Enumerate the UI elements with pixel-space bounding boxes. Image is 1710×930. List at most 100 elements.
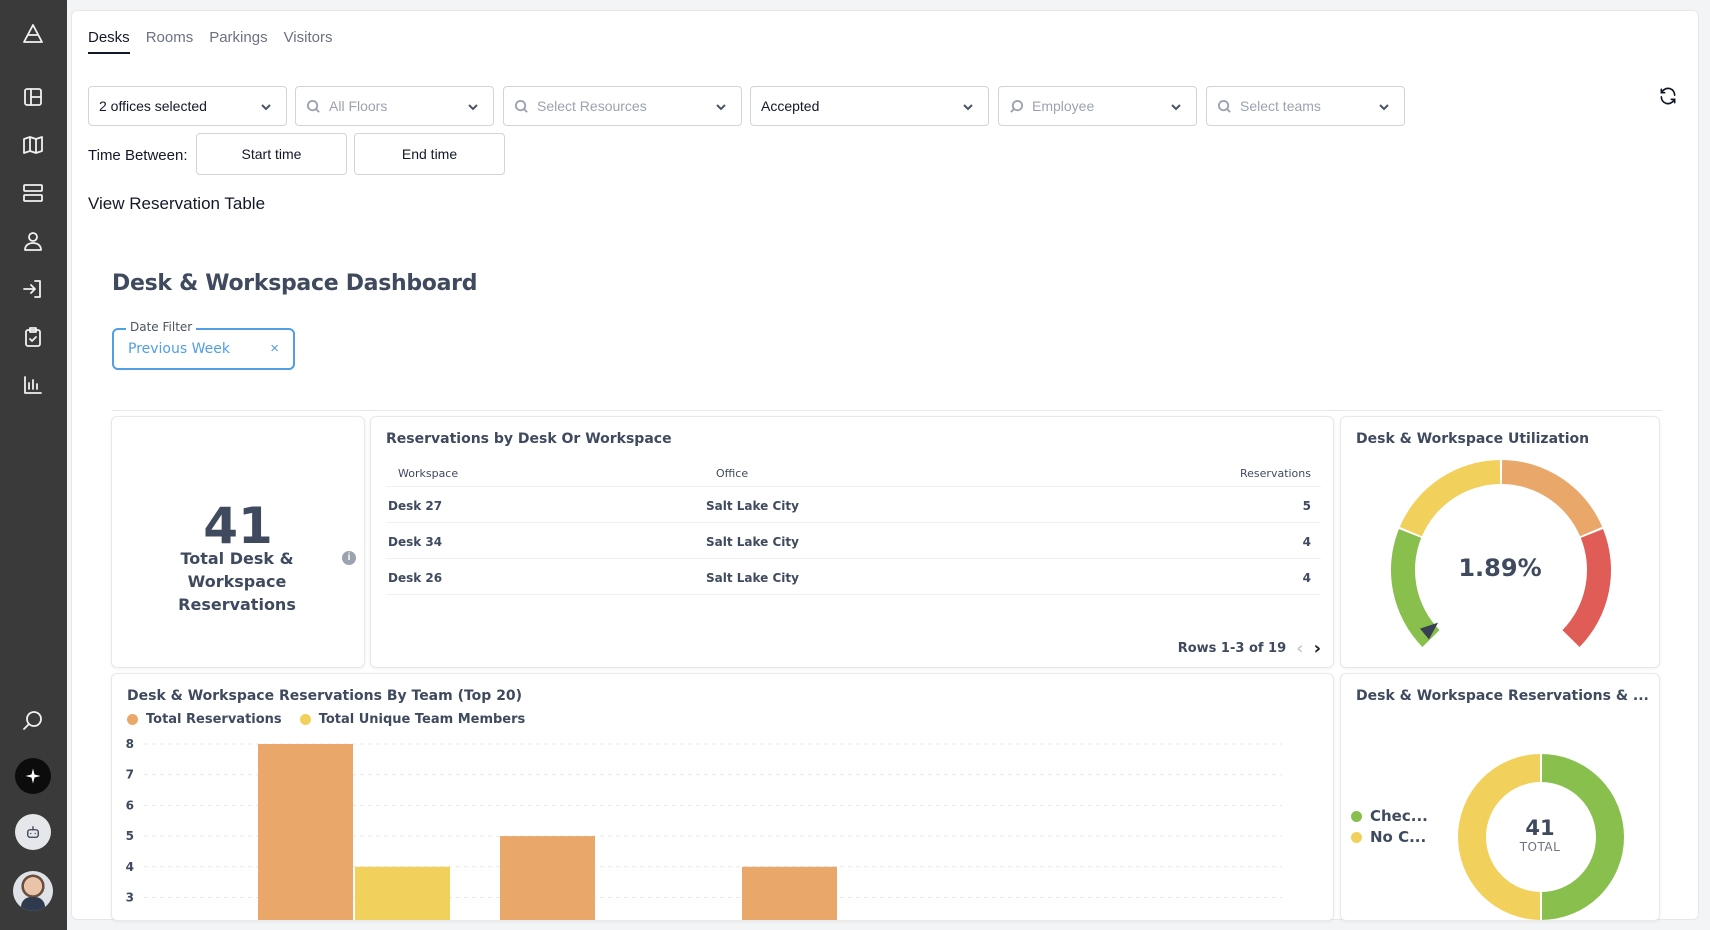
bar[interactable] [258,744,353,921]
cell-reservations: 4 [1302,535,1311,549]
sign-in-icon[interactable] [19,275,47,303]
time-between-label: Time Between: [88,147,188,164]
utilization-card: Desk & Workspace Utilization 1.89% [1340,416,1660,668]
employee-placeholder: Employee [1032,98,1095,114]
resources-select[interactable]: Select Resources [503,86,742,126]
team-chart-card: Desk & Workspace Reservations By Team (T… [111,673,1334,921]
next-page-icon[interactable]: › [1314,638,1321,659]
date-filter-label: Date Filter [126,320,197,334]
chevron-down-icon [1379,104,1389,111]
tab-visitors[interactable]: Visitors [284,29,333,54]
gauge-segment [1399,460,1501,537]
offices-select[interactable]: 2 offices selected [88,86,287,126]
left-nav-rail [0,0,67,930]
cell-workspace: Desk 34 [388,535,443,549]
table-header-row: Workspace Office Reservations [386,457,1321,487]
utilization-value: 1.89% [1458,554,1542,582]
legend-swatch [1351,832,1362,843]
bar[interactable] [500,836,595,921]
start-time-button[interactable]: Start time [196,133,347,175]
chevron-down-icon [261,104,271,111]
search-icon[interactable] [19,706,47,734]
cell-reservations: 5 [1302,499,1311,513]
info-icon[interactable]: i [342,551,356,565]
refresh-button[interactable] [1658,86,1680,108]
search-icon [514,99,528,113]
offices-value: 2 offices selected [99,98,207,114]
divider [112,410,1662,411]
cell-workspace: Desk 27 [388,499,443,513]
user-icon[interactable] [19,227,47,255]
table-row: Desk 27 Salt Lake City 5 [386,487,1321,523]
chevron-down-icon [468,104,478,111]
chevron-down-icon [1171,104,1181,111]
clear-filter-icon[interactable]: × [270,340,279,357]
map-icon[interactable] [19,131,47,159]
table-row: Desk 26 Salt Lake City 4 [386,559,1321,595]
kpi-label: Total Desk & Workspace Reservations [178,549,296,614]
prev-page-icon[interactable]: ‹ [1296,638,1303,659]
legend-label: No C... [1370,828,1427,846]
floors-placeholder: All Floors [329,98,388,114]
kpi-card: 41 Total Desk & Workspace Reservations i [111,416,365,668]
checkin-donut-chart [1456,751,1626,920]
team-bar-chart: 3 4 5 6 7 8 [126,737,1282,921]
tab-parkings[interactable]: Parkings [209,29,267,54]
cell-workspace: Desk 26 [388,571,443,585]
gauge-segment [1501,460,1603,537]
employee-select[interactable]: Employee [998,86,1197,126]
search-icon [306,99,320,113]
table-row: Desk 34 Salt Lake City 4 [386,523,1321,559]
donut-total-value: 41 [1525,816,1555,840]
chevron-down-icon [963,104,973,111]
teams-select[interactable]: Select teams [1206,86,1405,126]
bot-button[interactable] [15,814,51,850]
user-avatar[interactable] [13,871,53,911]
logo-icon[interactable] [19,20,47,48]
column-header-workspace[interactable]: Workspace [398,467,458,480]
clipboard-check-icon[interactable] [19,323,47,351]
teams-placeholder: Select teams [1240,98,1321,114]
robot-icon [27,826,39,838]
cell-office: Salt Lake City [706,499,799,513]
checkin-donut-card: Desk & Workspace Reservations & ... Chec… [1340,673,1660,921]
analytics-icon[interactable] [19,371,47,399]
desk-icon[interactable] [19,179,47,207]
status-value: Accepted [761,98,820,114]
search-icon [1010,99,1024,113]
view-reservation-table-link[interactable]: View Reservation Table [88,194,265,214]
legend-item[interactable]: Chec... [1351,806,1428,827]
end-time-button[interactable]: End time [354,133,505,175]
y-tick-label: 7 [126,768,134,782]
y-tick-label: 4 [126,860,134,874]
dashboard-title: Desk & Workspace Dashboard [112,271,478,296]
pagination-label: Rows 1-3 of 19 [1177,641,1287,656]
tab-desks[interactable]: Desks [88,29,130,54]
pagination: Rows 1-3 of 19 ‹ › [1178,638,1321,659]
y-tick-label: 3 [126,890,134,904]
status-select[interactable]: Accepted [750,86,989,126]
tab-bar: Desks Rooms Parkings Visitors [88,29,332,54]
cell-office: Salt Lake City [706,535,799,549]
y-tick-label: 8 [126,737,134,751]
column-header-reservations[interactable]: Reservations [1240,467,1311,480]
cell-office: Salt Lake City [706,571,799,585]
legend-item[interactable]: No C... [1351,827,1428,848]
floors-select[interactable]: All Floors [295,86,494,126]
main-panel: Desks Rooms Parkings Visitors 2 offices … [71,10,1699,921]
tab-rooms[interactable]: Rooms [146,29,194,54]
floorplan-icon[interactable] [19,83,47,111]
ai-assistant-button[interactable] [15,758,51,794]
resources-placeholder: Select Resources [537,98,647,114]
legend-swatch [1351,811,1362,822]
bar[interactable] [742,866,837,921]
column-header-office[interactable]: Office [716,467,748,480]
bar[interactable] [355,866,450,921]
refresh-icon [1660,87,1676,105]
y-tick-label: 5 [126,829,134,843]
date-filter[interactable]: Date Filter Previous Week × [112,320,295,370]
sparkle-icon [25,768,41,784]
donut-center: 41 TOTAL [1491,816,1589,854]
reservations-table-title: Reservations by Desk Or Workspace [386,431,672,447]
y-tick-label: 6 [126,798,134,812]
